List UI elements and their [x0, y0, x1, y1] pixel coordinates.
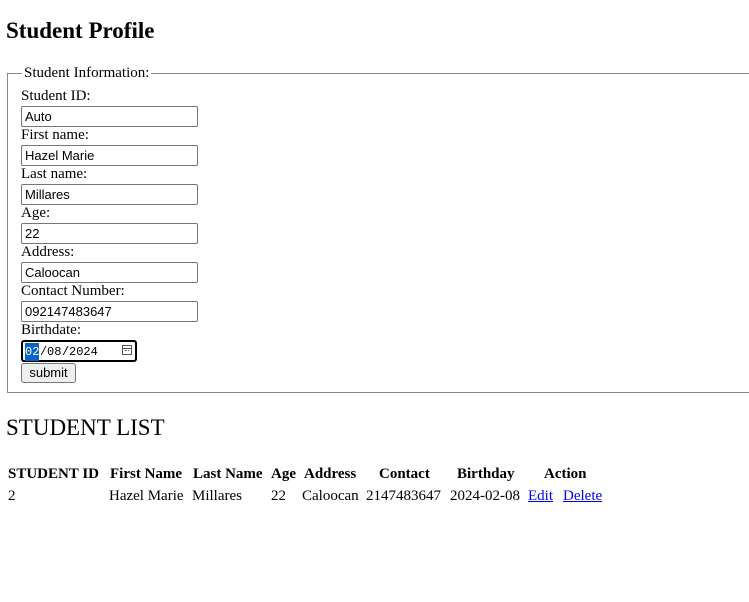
column-header-address: Address — [304, 466, 357, 482]
cell-age: 22 — [271, 488, 286, 504]
edit-link[interactable]: Edit — [528, 488, 553, 505]
fieldset-legend: Student Information: — [22, 65, 152, 82]
birthdate-year-segment[interactable]: 2024 — [69, 343, 98, 361]
address-label: Address: — [21, 244, 75, 260]
cell-address: Caloocan — [302, 488, 359, 504]
column-header-birthday: Birthday — [457, 466, 515, 482]
student-id-input[interactable]: Auto — [21, 106, 198, 127]
column-header-contact: Contact — [379, 466, 430, 482]
first-name-input[interactable]: Hazel Marie — [21, 145, 198, 166]
cell-birthday: 2024-02-08 — [450, 488, 520, 504]
calendar-icon[interactable] — [122, 345, 132, 355]
birthdate-label: Birthdate: — [21, 322, 81, 338]
cell-contact: 2147483647 — [366, 488, 441, 504]
column-header-first-name: First Name — [110, 466, 183, 482]
birthdate-day-segment[interactable]: 08 — [47, 343, 61, 361]
cell-first-name: Hazel Marie — [109, 488, 184, 504]
column-header-action: Action — [544, 466, 587, 482]
age-label: Age: — [21, 205, 51, 221]
student-id-label: Student ID: — [21, 88, 91, 104]
page-title: Student Profile — [6, 18, 155, 43]
submit-button[interactable]: submit — [21, 363, 76, 383]
contact-number-label: Contact Number: — [21, 283, 125, 299]
cell-student-id: 2 — [8, 488, 16, 504]
birthdate-input[interactable]: 02 / 08 / 2024 — [21, 340, 137, 362]
cell-last-name: Millares — [192, 488, 242, 504]
contact-number-input[interactable]: 092147483647 — [21, 301, 198, 322]
column-header-age: Age — [271, 466, 296, 482]
address-input[interactable]: Caloocan — [21, 262, 198, 283]
column-header-last-name: Last Name — [193, 466, 263, 482]
column-header-student-id: STUDENT ID — [8, 466, 100, 482]
age-input[interactable]: 22 — [21, 223, 198, 244]
birthdate-month-segment[interactable]: 02 — [25, 343, 40, 361]
delete-link[interactable]: Delete — [563, 488, 602, 505]
first-name-label: First name: — [21, 127, 89, 143]
last-name-label: Last name: — [21, 166, 88, 182]
student-list-title: STUDENT LIST — [6, 415, 165, 440]
last-name-input[interactable]: Millares — [21, 184, 198, 205]
